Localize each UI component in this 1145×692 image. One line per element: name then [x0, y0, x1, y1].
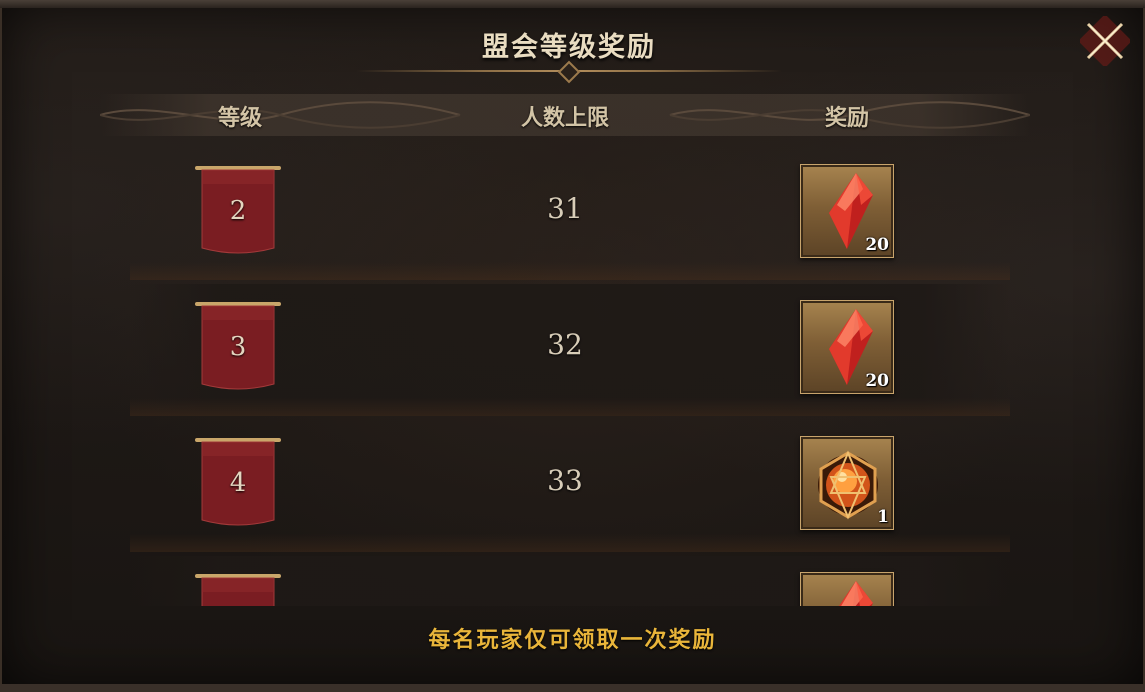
reward-slot[interactable]: 20: [800, 164, 894, 258]
row-divider: [130, 262, 1010, 280]
reward-count: 20: [865, 235, 889, 255]
table-row: [130, 556, 1010, 606]
level-banner: 3: [195, 300, 281, 392]
reward-list[interactable]: 2 31 20 3 32 20 4 33 1: [130, 148, 1010, 606]
level-number: 2: [229, 196, 247, 226]
level-banner: 4: [195, 436, 281, 528]
row-divider: [130, 534, 1010, 552]
title-area: 盟会等级奖励: [356, 20, 782, 84]
header-reward: 奖励: [824, 105, 869, 131]
footer-note: 每名玩家仅可领取一次奖励: [428, 627, 717, 653]
member-limit: 31: [547, 192, 583, 225]
level-banner: [195, 572, 281, 606]
header-limit: 人数上限: [520, 105, 609, 131]
table-row: 2 31 20: [130, 148, 1010, 280]
member-limit: 33: [547, 464, 583, 497]
header-level: 等级: [217, 105, 262, 131]
banner-icon: [195, 574, 281, 606]
reward-count: 1: [877, 507, 889, 527]
row-divider: [130, 398, 1010, 416]
top-border: [0, 0, 1145, 8]
level-number: 4: [229, 468, 247, 498]
reward-count: 20: [865, 371, 889, 391]
reward-slot[interactable]: [800, 572, 894, 606]
bottom-border: [0, 684, 1145, 692]
table-row: 4 33 1: [130, 420, 1010, 552]
guild-level-rewards-panel: 盟会等级奖励 等级 人数上限 奖励 2 31 20 3 32 20 4 33 1…: [0, 0, 1145, 692]
level-banner: 2: [195, 164, 281, 256]
table-row: 3 32 20: [130, 284, 1010, 416]
member-limit: 32: [547, 328, 583, 361]
close-button[interactable]: [1078, 14, 1132, 68]
red-crystal-icon: [839, 581, 873, 606]
close-x-icon: [1078, 14, 1132, 68]
reward-slot[interactable]: 20: [800, 300, 894, 394]
reward-slot[interactable]: 1: [800, 436, 894, 530]
level-number: 3: [229, 332, 247, 362]
